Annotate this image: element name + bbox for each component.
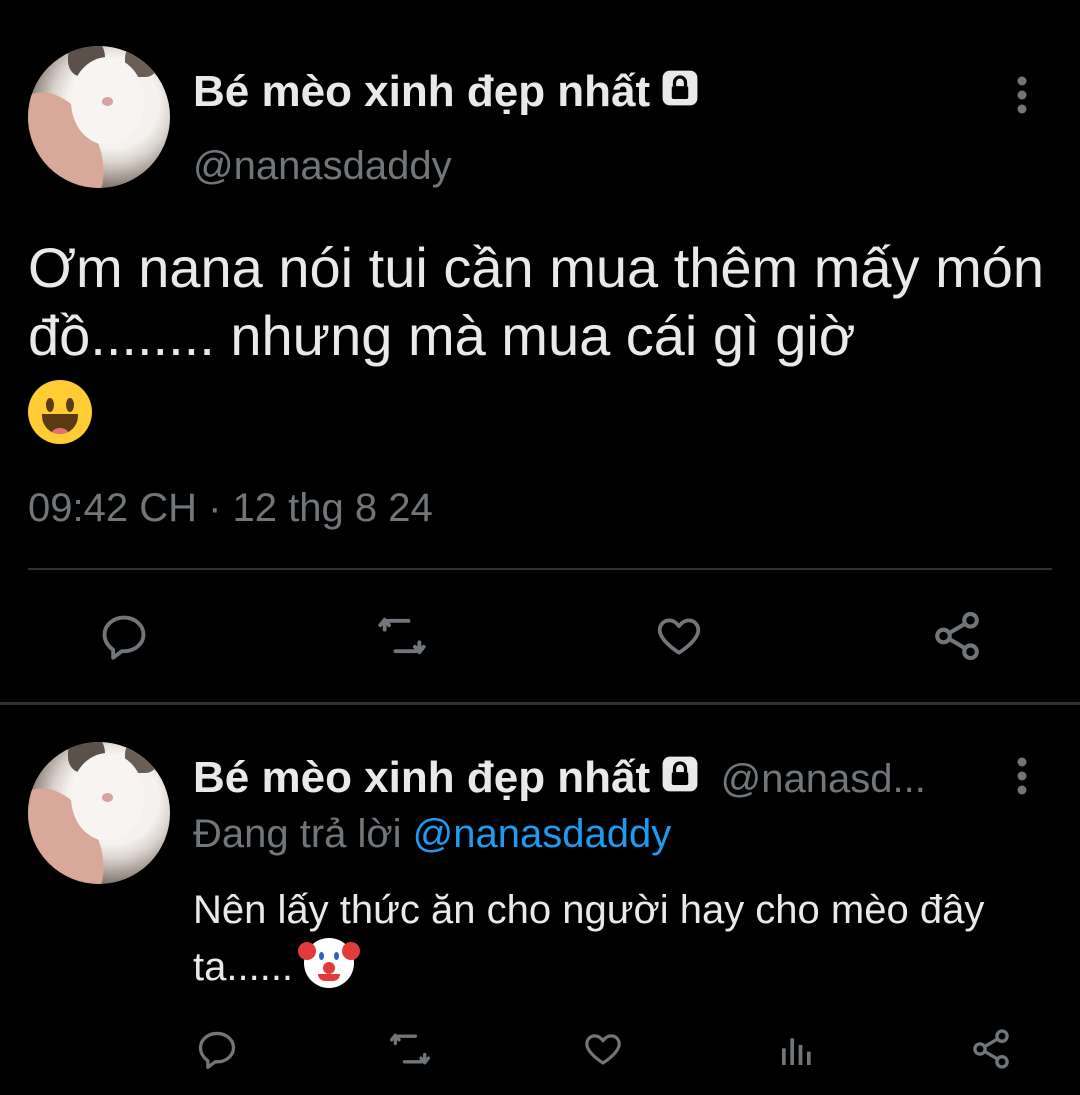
more-vertical-icon[interactable] [1000,752,1044,800]
user-handle[interactable]: @nanasdaddy [193,144,452,189]
avatar[interactable] [28,46,170,188]
clown-face-emoji [298,938,361,988]
section-divider [0,702,1080,705]
user-handle[interactable]: @nanasd... [721,757,926,801]
retweet-icon[interactable] [370,606,434,666]
divider [28,568,1052,570]
mention-link[interactable]: @nanasdaddy [413,812,672,856]
display-name[interactable]: Bé mèo xinh đẹp nhất [193,753,650,802]
replying-to: Đang trả lời @nanasdaddy [193,812,672,856]
tweet-text: Ơm nana nói tui cần mua thêm mấy món đồ.… [28,234,1068,445]
share-icon[interactable] [926,606,988,666]
retweet-icon[interactable] [384,1024,436,1074]
grinning-face-emoji [28,380,92,445]
reply-icon[interactable] [192,1024,242,1074]
display-name[interactable]: Bé mèo xinh đẹp nhất [193,66,702,121]
timestamp[interactable]: 09:42 CH · 12 thg 8 24 [28,486,433,531]
share-icon[interactable] [966,1024,1016,1074]
lock-icon [658,66,702,121]
more-vertical-icon[interactable] [1000,70,1044,120]
lock-icon [658,752,702,801]
like-icon[interactable] [578,1024,628,1074]
like-icon[interactable] [648,606,710,666]
views-icon[interactable] [774,1026,820,1074]
avatar[interactable] [28,742,170,884]
reply-header: Bé mèo xinh đẹp nhất @nanasd... [193,752,926,803]
reply-icon[interactable] [94,606,154,666]
reply-text: Nên lấy thức ăn cho người hay cho mèo đâ… [193,888,985,989]
